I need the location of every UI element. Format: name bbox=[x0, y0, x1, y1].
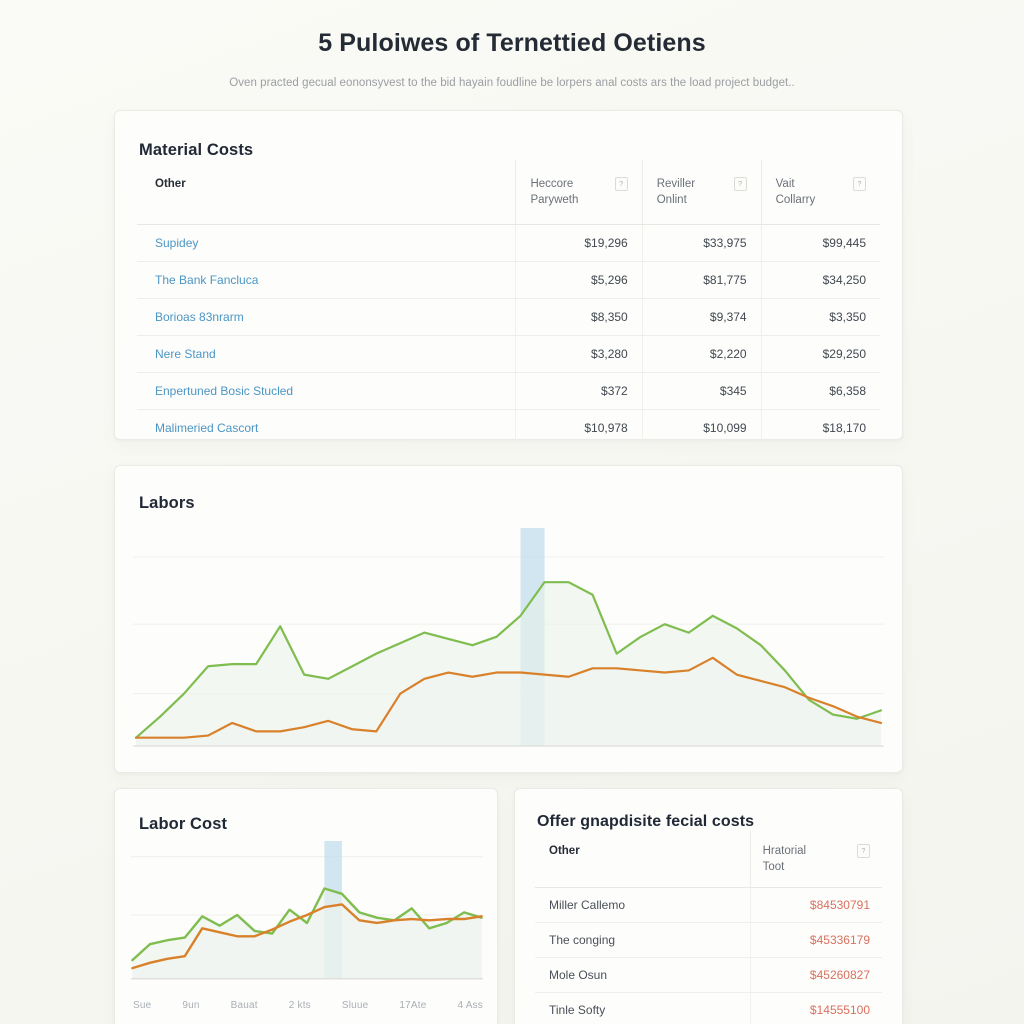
labor-cost-chart[interactable] bbox=[131, 841, 483, 985]
offer-costs-rows: Miller Callemo $84530791 The conging $45… bbox=[535, 887, 882, 1024]
info-icon[interactable]: ? bbox=[853, 177, 866, 191]
column-header-reviller-onlint[interactable]: Reviller Onlint ? bbox=[641, 160, 762, 226]
row-value-c1: $19,296 bbox=[515, 224, 643, 263]
row-value: $45260827 bbox=[749, 957, 882, 994]
row-label[interactable]: Nere Stand bbox=[137, 335, 516, 374]
labors-chart[interactable] bbox=[133, 528, 884, 756]
x-tick-label: Bauat bbox=[230, 1000, 258, 1011]
row-value-c1: $5,296 bbox=[515, 261, 643, 300]
table-header-row: Other Hratorial Toot ? bbox=[535, 831, 882, 889]
table-row[interactable]: Borioas 83nrarm $8,350 $9,374 $3,350 bbox=[137, 298, 880, 337]
offer-costs-title: Offer gnapdisite fecial costs bbox=[537, 813, 755, 830]
table-row[interactable]: Supidey $19,296 $33,975 $99,445 bbox=[137, 224, 880, 263]
column-header-other[interactable]: Other bbox=[535, 831, 751, 889]
x-tick-label: 17Ate bbox=[399, 1000, 427, 1011]
table-row[interactable]: Miller Callemo $84530791 bbox=[535, 887, 882, 924]
row-value-c2: $9,374 bbox=[641, 298, 762, 337]
row-value-c3: $18,170 bbox=[760, 409, 880, 447]
material-costs-card: Material Costs Other Heccore Paryweth ? bbox=[114, 110, 903, 447]
page-title: 5 Puloiwes of Ternettied Oetiens bbox=[318, 29, 706, 57]
row-label[interactable]: Supidey bbox=[137, 224, 516, 263]
row-value: $14555100 bbox=[749, 992, 882, 1024]
column-header-label: Other bbox=[549, 845, 580, 857]
column-header-label: Hratorial Toot bbox=[762, 845, 807, 874]
row-value-c1: $8,350 bbox=[515, 298, 643, 337]
row-value-c3: $6,358 bbox=[760, 372, 880, 411]
column-header-label: Other bbox=[155, 178, 186, 190]
info-icon[interactable]: ? bbox=[857, 844, 870, 858]
table-row[interactable]: Nere Stand $3,280 $2,220 $29,250 bbox=[137, 335, 880, 374]
row-value-c3: $29,250 bbox=[760, 335, 880, 374]
row-value-c1: $372 bbox=[515, 372, 643, 411]
table-header-row: Other Heccore Paryweth ? Reviller Onlint… bbox=[137, 160, 880, 226]
row-value: $45336179 bbox=[749, 922, 882, 959]
table-row[interactable]: The Bank Fancluca $5,296 $81,775 $34,250 bbox=[137, 261, 880, 300]
page-header: 5 Puloiwes of Ternettied Oetiens Oven pr… bbox=[0, 0, 1024, 91]
row-label[interactable]: The Bank Fancluca bbox=[137, 261, 516, 300]
table-row[interactable]: Malimeried Cascort $10,978 $10,099 $18,1… bbox=[137, 409, 880, 447]
labor-cost-chart-svg bbox=[131, 841, 483, 985]
column-header-hratorial-toot[interactable]: Hratorial Toot ? bbox=[749, 831, 882, 889]
info-icon[interactable]: ? bbox=[614, 177, 628, 191]
labors-card: Labors bbox=[114, 465, 903, 773]
column-header-label: Vait Collarry bbox=[775, 178, 816, 207]
row-value-c2: $81,775 bbox=[641, 261, 762, 300]
x-tick-label: 4 Ass bbox=[457, 1000, 483, 1011]
row-label: Tinle Softy bbox=[535, 992, 751, 1024]
row-label: Mole Osun bbox=[535, 957, 751, 994]
row-value-c2: $2,220 bbox=[641, 335, 762, 374]
x-tick-label: Sue bbox=[133, 1000, 152, 1011]
dashboard-page: 5 Puloiwes of Ternettied Oetiens Oven pr… bbox=[0, 0, 1024, 1024]
row-value-c2: $33,975 bbox=[641, 224, 762, 263]
table-row[interactable]: Enpertuned Bosic Stucled $372 $345 $6,35… bbox=[137, 372, 880, 411]
row-label: Miller Callemo bbox=[535, 887, 751, 924]
row-value-c2: $10,099 bbox=[641, 409, 762, 447]
labor-cost-title: Labor Cost bbox=[139, 815, 228, 833]
x-tick-label: 9un bbox=[182, 1000, 200, 1011]
column-header-label: Reviller Onlint bbox=[656, 178, 696, 207]
row-value-c2: $345 bbox=[641, 372, 762, 411]
column-header-heccore-paryweth[interactable]: Heccore Paryweth ? bbox=[515, 160, 643, 226]
row-value-c3: $34,250 bbox=[760, 261, 880, 300]
x-tick-label: Sluue bbox=[341, 1000, 369, 1011]
table-row[interactable]: The conging $45336179 bbox=[535, 922, 882, 959]
labors-chart-svg bbox=[133, 528, 884, 756]
material-costs-table: Other Heccore Paryweth ? Reviller Onlint… bbox=[137, 160, 880, 447]
row-value-c3: $99,445 bbox=[760, 224, 880, 263]
row-value-c1: $3,280 bbox=[515, 335, 643, 374]
labor-cost-x-axis: Sue 9un Bauat 2 kts Sluue 17Ate 4 Ass bbox=[133, 1000, 483, 1011]
offer-costs-table: Other Hratorial Toot ? Miller Callemo $8… bbox=[535, 831, 882, 1024]
info-icon[interactable]: ? bbox=[733, 177, 747, 191]
row-label[interactable]: Enpertuned Bosic Stucled bbox=[137, 372, 516, 411]
row-value-c3: $3,350 bbox=[760, 298, 880, 337]
material-costs-rows: Supidey $19,296 $33,975 $99,445 The Bank… bbox=[137, 224, 880, 447]
row-value: $84530791 bbox=[749, 887, 882, 924]
column-header-vait-collarry[interactable]: Vait Collarry ? bbox=[760, 160, 880, 226]
row-label[interactable]: Malimeried Cascort bbox=[137, 410, 516, 447]
labors-title: Labors bbox=[139, 494, 195, 512]
x-tick-label: 2 kts bbox=[288, 1000, 311, 1011]
offer-costs-card: Offer gnapdisite fecial costs Other Hrat… bbox=[514, 788, 903, 1024]
column-header-label: Heccore Paryweth bbox=[530, 178, 579, 207]
table-row[interactable]: Tinle Softy $14555100 bbox=[535, 992, 882, 1024]
page-subtitle: Oven practed gecual eononsyvest to the b… bbox=[229, 77, 795, 90]
row-label: The conging bbox=[535, 922, 751, 959]
row-label[interactable]: Borioas 83nrarm bbox=[137, 298, 516, 337]
row-value-c1: $10,978 bbox=[515, 409, 643, 447]
table-row[interactable]: Mole Osun $45260827 bbox=[535, 957, 882, 994]
labor-cost-card: Labor Cost Sue 9un Bauat 2 kts Sluue 17A… bbox=[114, 788, 498, 1024]
column-header-other[interactable]: Other bbox=[137, 160, 516, 226]
material-costs-title: Material Costs bbox=[139, 141, 254, 159]
